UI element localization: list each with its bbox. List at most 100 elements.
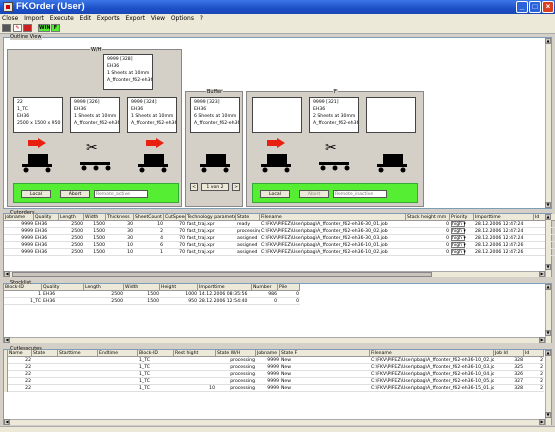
priority-dropdown[interactable]: high ▾ — [451, 235, 466, 241]
column-header[interactable]: Length — [84, 284, 124, 291]
table-cell[interactable]: 0 — [252, 298, 278, 305]
column-header[interactable]: Rest hight — [174, 350, 216, 357]
table-cell[interactable] — [32, 385, 58, 392]
table-cell[interactable]: 70 — [164, 242, 186, 249]
table-cell[interactable]: assigned — [236, 242, 260, 249]
column-header[interactable]: State F — [280, 350, 370, 357]
table-cell[interactable]: 70 — [164, 228, 186, 235]
table-cell[interactable]: 1500 — [84, 221, 106, 228]
table-cell[interactable] — [58, 357, 98, 364]
table-cell[interactable]: 2500 — [59, 249, 84, 256]
table-cell[interactable] — [98, 378, 138, 385]
table-cell[interactable]: 1_TC — [138, 378, 174, 385]
table-cell[interactable]: 14.12.2006 08:35:56 — [198, 291, 252, 298]
table-cell[interactable]: New — [280, 378, 370, 385]
column-header[interactable]: Job Id — [494, 350, 524, 357]
table-cell[interactable]: 9999 — [4, 242, 34, 249]
table-cell[interactable]: fast_traj.xpr — [186, 221, 236, 228]
minimize-button[interactable]: _ — [516, 1, 528, 13]
table-cell[interactable]: high ▾ — [450, 228, 474, 235]
table-cell[interactable] — [58, 385, 98, 392]
table-cell[interactable]: processing — [236, 228, 260, 235]
table-cell[interactable]: 9999 — [4, 228, 34, 235]
cutjobs-hscroll[interactable]: ◀ ▶ — [4, 419, 545, 425]
table-cell[interactable] — [58, 371, 98, 378]
priority-dropdown[interactable]: high ▾ — [451, 221, 466, 227]
table-cell[interactable]: EH36 — [34, 228, 59, 235]
table-cell[interactable]: processing — [216, 364, 256, 371]
column-header[interactable]: Pile — [278, 284, 300, 291]
table-cell[interactable]: New — [280, 357, 370, 364]
table-cell[interactable]: C:\FKV\PIFEZ\User\pbag\A_ffconter_f62-eh… — [370, 378, 494, 385]
scroll-up-icon[interactable]: ▲ — [545, 284, 551, 290]
table-cell[interactable]: 6 — [134, 242, 164, 249]
table-cell[interactable]: C:\FKV\PIFEZ\User\pbag\A_ffconter_f62-eh… — [260, 235, 406, 242]
table-cell[interactable]: 28.12.2006 12:47:26 — [474, 249, 534, 256]
table-cell[interactable]: C:\FKV\PIFEZ\User\pbag\A_ffconter_f62-eh… — [260, 221, 406, 228]
table-cell[interactable]: 2 — [524, 385, 544, 392]
table-cell[interactable]: 1500 — [84, 242, 106, 249]
table-cell[interactable]: 10 — [174, 385, 216, 392]
table-cell[interactable]: 9999 — [256, 385, 280, 392]
table-cell[interactable]: 28.12.2006 12:47:24 — [474, 235, 534, 242]
scroll-left-icon[interactable]: ◀ — [4, 419, 10, 425]
menu-edit[interactable]: Edit — [78, 14, 94, 23]
f-abort-button[interactable]: Abort — [299, 190, 329, 198]
column-header[interactable]: State W/H — [216, 350, 256, 357]
column-header[interactable]: Name — [8, 350, 32, 357]
column-header[interactable]: Filename — [370, 350, 494, 357]
table-cell[interactable]: 9999 — [256, 378, 280, 385]
table-cell[interactable]: 2500 — [59, 228, 84, 235]
table-cell[interactable]: 1500 — [84, 249, 106, 256]
table-cell[interactable]: processing — [216, 371, 256, 378]
outline-vscroll[interactable]: ▲ ▼ — [545, 38, 551, 208]
column-header[interactable]: Width — [84, 214, 106, 221]
column-header[interactable]: Endtime — [98, 350, 138, 357]
table-cell[interactable]: 30 — [106, 235, 134, 242]
column-header[interactable]: SheetCount — [134, 214, 164, 221]
menu-import[interactable]: Import — [22, 14, 46, 23]
stop-icon[interactable] — [23, 24, 32, 32]
table-cell[interactable]: 327 — [494, 378, 524, 385]
scroll-left-icon[interactable]: ◀ — [4, 337, 10, 343]
column-header[interactable]: Starttime — [58, 350, 98, 357]
table-cell[interactable]: 10 — [134, 221, 164, 228]
buffer-next-button[interactable]: > — [232, 183, 240, 191]
column-header[interactable]: Stack height mm — [406, 214, 450, 221]
table-cell[interactable]: 0 — [406, 221, 450, 228]
table-cell[interactable]: 1000 — [160, 291, 198, 298]
f-remote-field[interactable]: Remote_inactive — [333, 190, 387, 198]
table-cell[interactable]: 22 — [8, 378, 32, 385]
table-cell[interactable]: 0 — [406, 242, 450, 249]
table-cell[interactable]: 9999 — [256, 357, 280, 364]
wh-local-button[interactable]: Local — [21, 190, 51, 198]
priority-dropdown[interactable]: high ▾ — [451, 249, 466, 255]
priority-dropdown[interactable]: high ▾ — [451, 228, 466, 234]
menu-execute[interactable]: Execute — [48, 14, 76, 23]
table-cell[interactable]: 28.12.2006 12:47:24 — [474, 221, 534, 228]
table-cell[interactable]: 4 — [134, 235, 164, 242]
column-header[interactable]: Thickness — [106, 214, 134, 221]
table-cell[interactable]: 1500 — [124, 298, 160, 305]
column-header[interactable]: Length — [59, 214, 84, 221]
table-cell[interactable] — [174, 364, 216, 371]
scroll-thumb[interactable] — [12, 272, 432, 277]
column-header[interactable]: Quality — [42, 284, 84, 291]
table-cell[interactable]: assigned — [236, 249, 260, 256]
stocklist-hscroll[interactable]: ◀ ▶ — [4, 337, 545, 343]
column-header[interactable]: Block-ID — [4, 284, 42, 291]
table-cell[interactable] — [32, 364, 58, 371]
table-cell[interactable] — [32, 371, 58, 378]
table-cell[interactable] — [98, 371, 138, 378]
maximize-button[interactable]: □ — [529, 1, 541, 13]
table-cell[interactable]: 1 — [4, 291, 42, 298]
cutorders-vscroll[interactable]: ▲ ▼ — [545, 214, 551, 277]
table-cell[interactable]: C:\FKV\PIFEZ\User\pbag\A_ffconter_f62-eh… — [260, 228, 406, 235]
stocklist-vscroll[interactable]: ▲ ▼ — [545, 284, 551, 343]
scroll-up-icon[interactable]: ▲ — [545, 214, 551, 220]
table-cell[interactable]: 22 — [8, 357, 32, 364]
table-cell[interactable]: 9999 — [256, 364, 280, 371]
column-header[interactable]: Block-ID — [138, 350, 174, 357]
table-cell[interactable] — [174, 371, 216, 378]
menu-close[interactable]: Close — [0, 14, 20, 23]
